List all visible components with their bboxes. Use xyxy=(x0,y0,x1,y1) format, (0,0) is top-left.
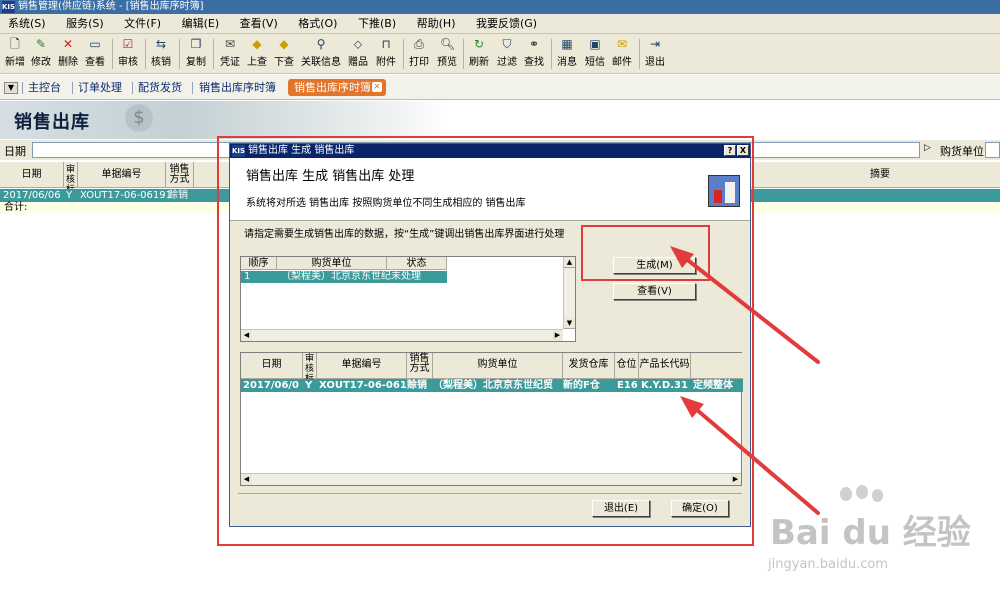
toolbar-find-button[interactable]: ⚭ 查找 xyxy=(522,37,546,71)
toolbar-edit-button[interactable]: ✎ 修改 xyxy=(30,37,52,71)
window-title-bar: KIS 销售管理(供应链)系统 - [销售出库序时簿] xyxy=(0,0,1000,14)
toolbar-exit-button[interactable]: ⇥ 退出 xyxy=(643,37,667,71)
tab-separator xyxy=(72,82,73,94)
menu-format[interactable]: 格式(O) xyxy=(290,14,346,34)
toolbar-preview-button[interactable]: 🔍︎ 预览 xyxy=(435,37,459,71)
voucher-icon: ✉ xyxy=(224,37,236,51)
sms-icon: ▣ xyxy=(589,37,601,51)
buyer-filter-input[interactable] xyxy=(985,142,1000,158)
tab-bar: ▼ 主控台 订单处理 配货发货 销售出库序时簿 销售出库序时簿 ✕ xyxy=(0,75,1000,100)
edit-icon: ✎ xyxy=(35,37,47,51)
toolbar-separator xyxy=(213,39,214,69)
tab-delivery[interactable]: 配货发货 xyxy=(138,81,182,95)
filter-icon: ⛉ xyxy=(502,37,512,51)
toolbar-gift-button[interactable]: ⬦ 赠品 xyxy=(346,37,370,71)
toolbar-up-query-button[interactable]: ◆ 上查 xyxy=(246,37,268,71)
refresh-icon: ↻ xyxy=(473,37,485,51)
mail-icon: ✉ xyxy=(616,37,628,51)
toolbar-filter-button[interactable]: ⛉ 过滤 xyxy=(495,37,519,71)
tab-main-console[interactable]: 主控台 xyxy=(28,81,61,95)
toolbar-sms-button[interactable]: ▣ 短信 xyxy=(583,37,607,71)
toolbar-delete-button[interactable]: ✕ 删除 xyxy=(57,37,79,71)
up-query-icon: ◆ xyxy=(252,37,262,51)
tab-separator xyxy=(22,82,23,94)
watermark-brand: Bai du 经验 xyxy=(770,513,971,553)
preview-icon: 🔍︎ xyxy=(440,37,456,51)
tab-sales-outbound-list-active[interactable]: 销售出库序时簿 ✕ xyxy=(288,79,386,96)
find-icon: ⚭ xyxy=(528,37,540,51)
new-doc-icon: 🗋 xyxy=(10,37,20,51)
copy-icon: ❐ xyxy=(190,37,202,51)
toolbar-refresh-button[interactable]: ↻ 刷新 xyxy=(467,37,491,71)
view-icon: ▭ xyxy=(89,37,101,51)
paw-icon xyxy=(872,489,883,502)
toolbar-separator xyxy=(639,39,640,69)
toolbar-approve-button[interactable]: ☑ 审核 xyxy=(117,37,139,71)
exit-icon: ⇥ xyxy=(649,37,661,51)
menu-system[interactable]: 系统(S) xyxy=(0,14,55,34)
date-label: 日期 xyxy=(4,145,26,158)
message-icon: ▦ xyxy=(561,37,573,51)
gift-icon: ⬦ xyxy=(353,37,363,51)
link-info-icon: ⚲ xyxy=(316,37,326,51)
toolbar-separator xyxy=(403,39,404,69)
tab-separator xyxy=(192,82,193,94)
toolbar-print-button[interactable]: ⎙ 打印 xyxy=(407,37,431,71)
print-icon: ⎙ xyxy=(414,37,424,51)
page-banner: 销售出库 $ xyxy=(0,101,1000,139)
writeoff-icon: ⇆ xyxy=(155,37,167,51)
approve-icon: ☑ xyxy=(122,37,134,51)
toolbar-attachment-button[interactable]: ⊓ 附件 xyxy=(374,37,398,71)
toolbar-copy-button[interactable]: ❐ 复制 xyxy=(185,37,207,71)
paw-icon xyxy=(840,487,852,501)
toolbar-link-info-button[interactable]: ⚲ 关联信息 xyxy=(299,37,343,71)
tab-order-processing[interactable]: 订单处理 xyxy=(78,81,122,95)
toolbar-view-button[interactable]: ▭ 查看 xyxy=(84,37,106,71)
chevron-down-icon: ▼ xyxy=(7,83,15,92)
menu-edit[interactable]: 编辑(E) xyxy=(174,14,229,34)
buyer-label: 购货单位 xyxy=(940,145,984,158)
menu-service[interactable]: 服务(S) xyxy=(58,14,113,34)
grid-col-method[interactable]: 销售方式 xyxy=(166,162,194,188)
window-title: 销售管理(供应链)系统 - [销售出库序时簿] xyxy=(18,1,204,12)
menu-bar: 系统(S) 服务(S) 文件(F) 编辑(E) 查看(V) 格式(O) 下推(B… xyxy=(0,14,1000,34)
toolbar-separator xyxy=(145,39,146,69)
menu-feedback[interactable]: 我要反馈(G) xyxy=(468,14,546,34)
toolbar-separator xyxy=(179,39,180,69)
toolbar-separator xyxy=(112,39,113,69)
play-arrow-icon: ▷ xyxy=(924,143,931,153)
grid-col-date[interactable]: 日期 xyxy=(0,162,64,188)
grid-col-number[interactable]: 单据编号 xyxy=(78,162,166,188)
app-logo-icon: KIS xyxy=(2,1,16,13)
menu-file[interactable]: 文件(F) xyxy=(116,14,170,34)
down-query-icon: ◆ xyxy=(279,37,289,51)
tab-separator xyxy=(132,82,133,94)
toolbar-separator xyxy=(463,39,464,69)
highlight-box-generate xyxy=(581,225,710,281)
menu-view[interactable]: 查看(V) xyxy=(232,14,287,34)
close-tab-icon[interactable]: ✕ xyxy=(372,82,382,92)
toolbar-writeoff-button[interactable]: ⇆ 核销 xyxy=(150,37,172,71)
watermark-url: jingyan.baidu.com xyxy=(768,557,888,572)
tab-dropdown-button[interactable]: ▼ xyxy=(4,82,18,94)
tab-sales-outbound-list[interactable]: 销售出库序时簿 xyxy=(199,81,276,95)
baidu-watermark: Bai du 经验 jingyan.baidu.com xyxy=(752,485,992,585)
toolbar: 🗋 新增 ✎ 修改 ✕ 删除 ▭ 查看 ☑ 审核 ⇆ 核销 ❐ 复制 ✉ 凭证 ◆ 上查 ◆ 下查 … xyxy=(0,34,1000,74)
menu-push[interactable]: 下推(B) xyxy=(350,14,405,34)
toolbar-down-query-button[interactable]: ◆ 下查 xyxy=(273,37,295,71)
menu-help[interactable]: 帮助(H) xyxy=(409,14,465,34)
coin-icon: $ xyxy=(125,104,153,132)
page-title: 销售出库 xyxy=(14,112,90,133)
attachment-icon: ⊓ xyxy=(381,37,391,51)
toolbar-mail-button[interactable]: ✉ 邮件 xyxy=(610,37,634,71)
toolbar-separator xyxy=(551,39,552,69)
highlight-box-dialog xyxy=(217,136,754,546)
toolbar-new-button[interactable]: 🗋 新增 xyxy=(4,37,26,71)
grid-col-flag[interactable]: 审核标志 xyxy=(64,162,78,205)
toolbar-voucher-button[interactable]: ✉ 凭证 xyxy=(219,37,241,71)
grid-col-summary[interactable]: 摘要 xyxy=(760,162,1000,188)
toolbar-message-button[interactable]: ▦ 消息 xyxy=(555,37,579,71)
paw-icon xyxy=(856,485,868,499)
delete-icon: ✕ xyxy=(62,37,74,51)
